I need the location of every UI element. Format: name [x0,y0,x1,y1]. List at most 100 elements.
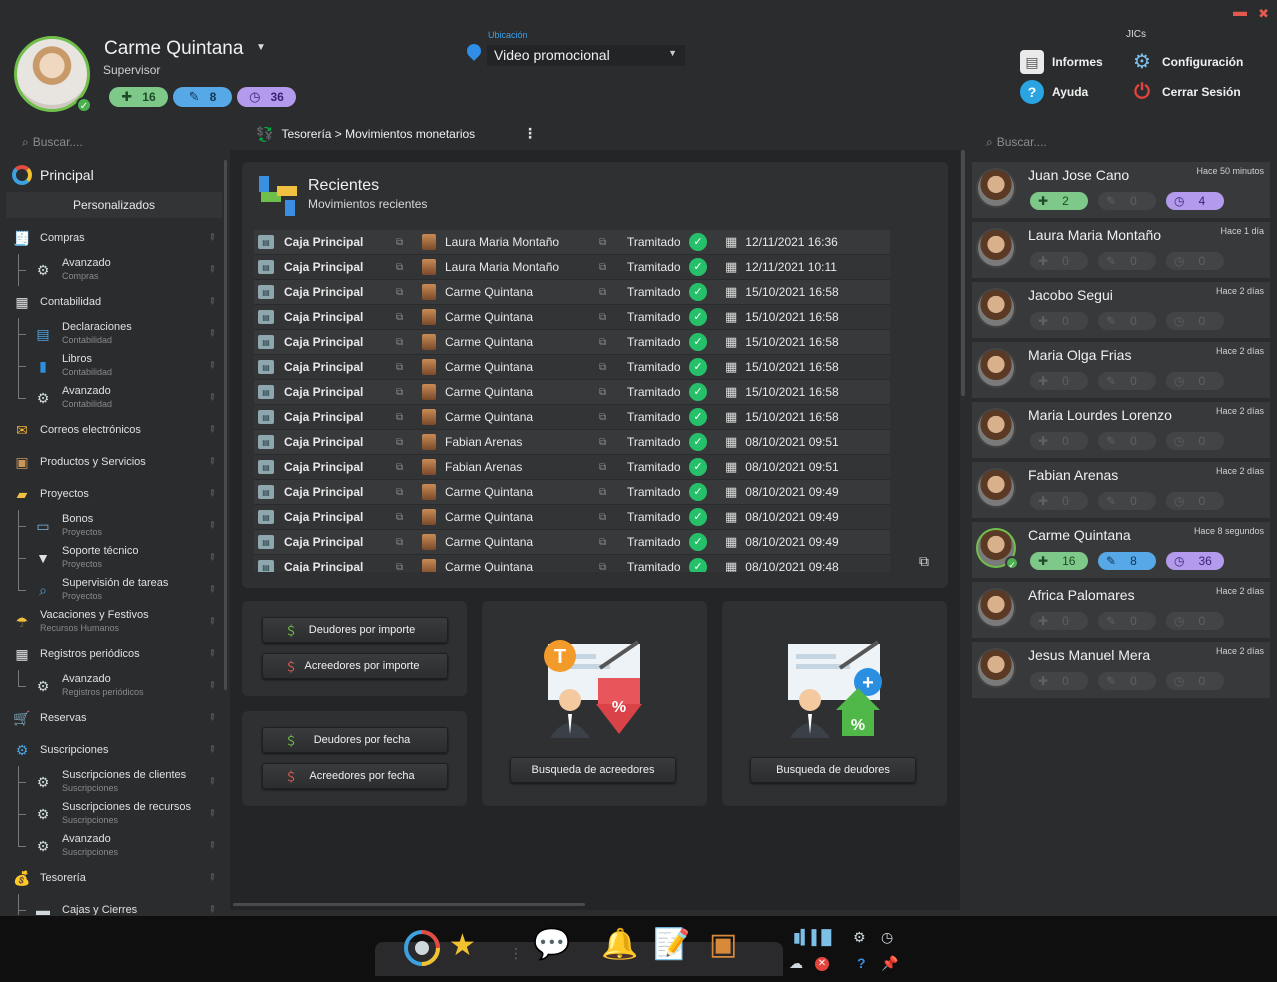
open-link-icon[interactable]: ⧉ [396,487,420,498]
main-horizontal-scrollbar[interactable] [233,903,585,906]
pin-icon[interactable]: 📌 [881,955,898,972]
sidebar-item-productos[interactable]: ▣ Productos y Servicios ✎ [6,446,222,478]
contact-add-count[interactable]: ✚ 16 [1030,552,1088,570]
contact-card[interactable]: Laura Maria Montaño Hace 1 día ✚ 0 ✎ 0 ◷ 0 [972,222,1270,278]
bell-icon[interactable]: 🔔 [601,930,638,960]
open-link-icon[interactable]: ⧉ [396,312,420,323]
sidebar-principal[interactable]: Principal [6,158,222,192]
open-link-icon[interactable]: ⧉ [599,537,623,548]
favorites-star-icon[interactable]: ★ [449,931,476,961]
open-external-icon[interactable]: ⧉ [919,553,929,570]
pin-icon[interactable]: ✎ [206,839,218,852]
cloud-icon[interactable]: ☁ [789,955,803,972]
open-link-icon[interactable]: ⧉ [599,337,623,348]
sidebar-item-proyectos[interactable]: ▰ Proyectos ✎ [6,478,222,510]
contact-edit-count[interactable]: ✎ 0 [1098,192,1156,210]
pin-icon[interactable]: ✎ [206,231,218,244]
location-select[interactable]: Video promocional ▼ [487,45,685,66]
sidebar-personalizados[interactable]: Personalizados [6,192,222,218]
pin-icon[interactable]: ✎ [206,359,218,372]
pin-icon[interactable]: ✎ [206,647,218,660]
principal-app-icon[interactable] [403,929,441,967]
table-row[interactable]: ▤ Caja Principal ⧉ Carme Quintana ⧉ Tramitado… [254,505,890,530]
table-row[interactable]: ▤ Caja Principal ⧉ Laura Maria Montaño ⧉ Tram… [254,255,890,280]
open-link-icon[interactable]: ⧉ [396,512,420,523]
acreedores-importe-button[interactable]: ＄ Acreedores por importe [262,653,448,679]
pin-icon[interactable]: ✎ [206,679,218,692]
contact-add-count[interactable]: ✚ 0 [1030,432,1088,450]
edit-count-badge[interactable]: ✎ 8 [173,87,232,107]
sidebar-item-compras-avanzado[interactable]: ⚙ Avanzado Compras ✎ [6,254,222,286]
table-row[interactable]: ▤ Caja Principal ⧉ Carme Quintana ⧉ Tramitado… [254,330,890,355]
pin-icon[interactable]: ✎ [206,615,218,628]
open-link-icon[interactable]: ⧉ [396,362,420,373]
sidebar-item-registros[interactable]: ▦ Registros periódicos ✎ [6,638,222,670]
pin-icon[interactable]: ✎ [206,487,218,500]
sidebar-item-soporte[interactable]: ▼ Soporte técnico Proyectos ✎ [6,542,222,574]
open-link-icon[interactable]: ⧉ [396,287,420,298]
pin-icon[interactable]: ✎ [206,455,218,468]
chat-bubbles-icon[interactable]: 💬 [533,930,570,960]
contact-card[interactable]: Juan Jose Cano Hace 50 minutos ✚ 2 ✎ 0 ◷ 4 [972,162,1270,218]
contact-add-count[interactable]: ✚ 0 [1030,312,1088,330]
contact-card[interactable]: Africa Palomares Hace 2 días ✚ 0 ✎ 0 ◷ 0 [972,582,1270,638]
contact-history-count[interactable]: ◷ 0 [1166,312,1224,330]
pin-icon[interactable]: ✎ [206,583,218,596]
table-row[interactable]: ▤ Caja Principal ⧉ Carme Quintana ⧉ Tramitado… [254,280,890,305]
pin-icon[interactable]: ✎ [206,423,218,436]
acreedores-fecha-button[interactable]: ＄ Acreedores por fecha [262,763,448,789]
pin-icon[interactable]: ✎ [206,903,218,915]
pin-icon[interactable]: ✎ [206,711,218,724]
contact-avatar[interactable] [976,588,1016,628]
deudores-importe-button[interactable]: ＄ Deudores por importe [262,617,448,643]
open-link-icon[interactable]: ⧉ [396,337,420,348]
pin-icon[interactable]: ✎ [206,263,218,276]
contact-edit-count[interactable]: ✎ 0 [1098,492,1156,510]
open-link-icon[interactable]: ⧉ [599,387,623,398]
contact-card[interactable]: ✓ Carme Quintana Hace 8 segundos ✚ 16 ✎ 8 ◷ 36 [972,522,1270,578]
cerrar-sesion-button[interactable]: ⏻ Cerrar Sesión [1130,80,1241,104]
pin-icon[interactable]: ✎ [206,807,218,820]
open-link-icon[interactable]: ⧉ [599,462,623,473]
table-row[interactable]: ▤ Caja Principal ⧉ Carme Quintana ⧉ Tramitado… [254,305,890,330]
table-row[interactable]: ▤ Caja Principal ⧉ Carme Quintana ⧉ Tramitado… [254,555,890,572]
open-link-icon[interactable]: ⧉ [396,562,420,573]
contact-avatar[interactable] [976,168,1016,208]
contact-avatar[interactable] [976,468,1016,508]
open-link-icon[interactable]: ⧉ [599,262,623,273]
pin-icon[interactable]: ✎ [206,871,218,884]
configuracion-button[interactable]: ⚙ Configuración [1130,50,1243,74]
gear-icon[interactable]: ⚙ [853,929,866,946]
contact-history-count[interactable]: ◷ 0 [1166,612,1224,630]
notes-icon[interactable]: 📝 [653,930,690,960]
sidebar-item-reservas[interactable]: 🛒 Reservas ✎ [6,702,222,734]
main-vertical-scrollbar[interactable] [961,150,965,396]
sidebar-item-suscripciones[interactable]: ⚙ Suscripciones ✎ [6,734,222,766]
contact-avatar[interactable] [976,348,1016,388]
open-link-icon[interactable]: ⧉ [396,462,420,473]
pin-icon[interactable]: ✎ [206,551,218,564]
open-link-icon[interactable]: ⧉ [396,437,420,448]
contact-history-count[interactable]: ◷ 0 [1166,432,1224,450]
open-link-icon[interactable]: ⧉ [396,537,420,548]
contact-card[interactable]: Jacobo Segui Hace 2 días ✚ 0 ✎ 0 ◷ 0 [972,282,1270,338]
contacts-search-input[interactable]: ⌕ Buscar.... [986,135,1047,150]
pin-icon[interactable]: ✎ [206,391,218,404]
contact-add-count[interactable]: ✚ 0 [1030,252,1088,270]
open-link-icon[interactable]: ⧉ [599,287,623,298]
sidebar-item-suscripciones-avanzado[interactable]: ⚙ Avanzado Suscripciones ✎ [6,830,222,862]
open-link-icon[interactable]: ⧉ [599,512,623,523]
busqueda-acreedores-button[interactable]: Busqueda de acreedores [510,757,676,783]
contact-history-count[interactable]: ◷ 36 [1166,552,1224,570]
user-menu-chevron-icon[interactable]: ▼ [256,42,266,53]
table-row[interactable]: ▤ Caja Principal ⧉ Carme Quintana ⧉ Tramitado… [254,355,890,380]
contact-add-count[interactable]: ✚ 0 [1030,492,1088,510]
sidebar-item-vacaciones[interactable]: ☂ Vacaciones y Festivos Recursos Humanos … [6,606,222,638]
help-icon[interactable]: ? [857,955,866,971]
open-link-icon[interactable]: ⧉ [599,362,623,373]
ayuda-button[interactable]: ? Ayuda [1020,80,1088,104]
network-stats-icon[interactable]: ▮▍▌█ [793,929,831,946]
sidebar-item-tesoreria[interactable]: 💰 Tesorería ✎ [6,862,222,894]
deudores-fecha-button[interactable]: ＄ Deudores por fecha [262,727,448,753]
contact-history-count[interactable]: ◷ 0 [1166,372,1224,390]
